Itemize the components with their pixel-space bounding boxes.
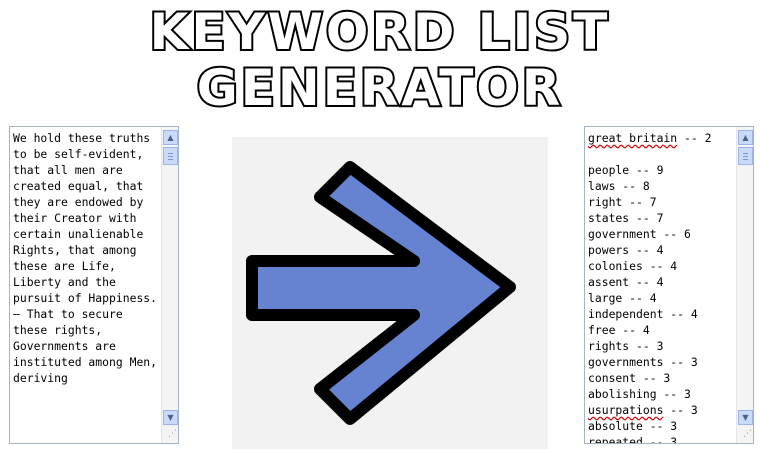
- input-textarea[interactable]: We hold these truths to be self-evident,…: [9, 126, 179, 444]
- keyword-item: usurpations -- 3: [588, 403, 698, 417]
- title-line-1: KEYWORD LIST: [148, 3, 611, 61]
- right-arrow-icon: [246, 161, 516, 425]
- keyword-item: large -- 4: [588, 291, 657, 305]
- scroll-up-button[interactable]: ▲: [738, 130, 753, 145]
- scroll-up-button[interactable]: ▲: [163, 130, 178, 145]
- keyword-item: rights -- 3: [588, 339, 664, 353]
- keyword-item: powers -- 4: [588, 243, 664, 257]
- keyword-item: consent -- 3: [588, 371, 671, 385]
- scroll-thumb[interactable]: [738, 147, 753, 165]
- scroll-down-button[interactable]: ▼: [163, 410, 178, 425]
- keyword-item: people -- 9: [588, 163, 664, 177]
- keyword-item: government -- 6: [588, 227, 691, 241]
- output-scrollbar[interactable]: ▲ ▼: [736, 127, 753, 443]
- resize-grip-icon[interactable]: ⋰: [164, 429, 177, 442]
- keyword-item: colonies -- 4: [588, 259, 678, 273]
- input-scrollbar[interactable]: ▲ ▼: [161, 127, 178, 443]
- resize-grip-icon[interactable]: ⋰: [739, 429, 752, 442]
- scroll-down-button[interactable]: ▼: [738, 410, 753, 425]
- keyword-item: right -- 7: [588, 195, 657, 209]
- keyword-item: abolishing -- 3: [588, 387, 691, 401]
- scroll-thumb[interactable]: [163, 147, 178, 165]
- keyword-item: free -- 4: [588, 323, 650, 337]
- keyword-item: great britain -- 2: [588, 131, 712, 145]
- title-line-2: GENERATOR: [195, 59, 564, 117]
- keyword-item: laws -- 8: [588, 179, 650, 193]
- keyword-item: assent -- 4: [588, 275, 664, 289]
- keyword-list: great britain -- 2 people -- 9 laws -- 8 r…: [588, 130, 734, 444]
- keyword-blank-line: [588, 146, 734, 162]
- keyword-item: governments -- 3: [588, 355, 698, 369]
- keyword-item: states -- 7: [588, 211, 664, 225]
- input-text: We hold these truths to be self-evident,…: [13, 131, 158, 385]
- keyword-item: independent -- 4: [588, 307, 698, 321]
- keyword-item: absolute -- 3: [588, 419, 678, 433]
- keyword-item: repeated -- 3: [588, 435, 678, 444]
- keyword-output-textarea[interactable]: great britain -- 2 people -- 9 laws -- 8 r…: [584, 126, 754, 444]
- arrow-shape: [246, 161, 516, 425]
